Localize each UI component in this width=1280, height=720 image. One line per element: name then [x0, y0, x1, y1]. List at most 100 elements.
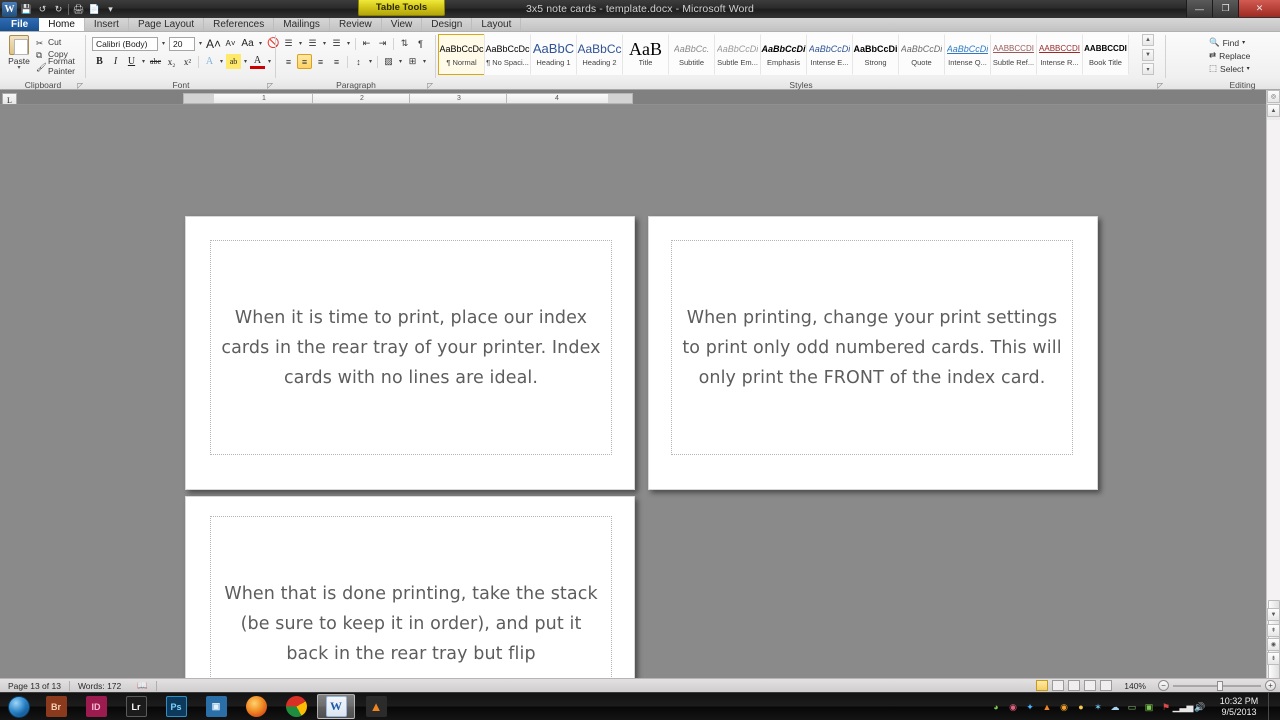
numbering-icon[interactable]: ☰: [305, 36, 320, 51]
line-spacing-arrow-icon[interactable]: ▾: [367, 58, 374, 65]
flag-icon[interactable]: ⚑: [1160, 701, 1172, 713]
minimize-button[interactable]: —: [1186, 0, 1212, 17]
zoom-level-label[interactable]: 140%: [1116, 679, 1154, 692]
text-effects-icon[interactable]: A: [202, 54, 217, 69]
taskbar-clock[interactable]: 10:32 PM 9/5/2013: [1211, 696, 1263, 718]
zoom-out-button[interactable]: −: [1158, 680, 1169, 691]
italic-button[interactable]: I: [108, 54, 123, 69]
style-item-subtitle[interactable]: AaBbCc. Subtitle: [668, 34, 715, 75]
borders-icon[interactable]: ⊞: [405, 54, 420, 69]
find-button[interactable]: 🔍 Find ▾: [1205, 36, 1250, 49]
styles-scroll-down-icon[interactable]: ▼: [1142, 48, 1154, 61]
next-page-icon[interactable]: ⇟: [1267, 652, 1280, 665]
taskbar-item-microsoft-word[interactable]: W: [317, 694, 355, 719]
tab-mailings[interactable]: Mailings: [274, 18, 330, 31]
table-cell-note-card[interactable]: When that is done printing, take the sta…: [210, 516, 612, 678]
lock-icon[interactable]: ▣: [1143, 701, 1155, 713]
style-item-heading-2[interactable]: AaBbCc Heading 2: [576, 34, 623, 75]
previous-page-icon[interactable]: ⇞: [1267, 624, 1280, 637]
underline-arrow-icon[interactable]: ▾: [140, 58, 147, 65]
style-item-strong[interactable]: AaBbCcDi Strong: [852, 34, 899, 75]
font-name-input[interactable]: Calibri (Body): [92, 36, 158, 51]
paste-button[interactable]: Paste ▾: [6, 35, 32, 71]
multilevel-arrow-icon[interactable]: ▾: [345, 40, 352, 47]
scroll-up-arrow-icon[interactable]: ▲: [1267, 104, 1280, 117]
signal-icon[interactable]: ▁▃▅: [1173, 701, 1194, 713]
tab-review[interactable]: Review: [330, 18, 382, 31]
tab-home[interactable]: Home: [39, 18, 85, 31]
taskbar-item-adobe-bridge[interactable]: Br: [37, 694, 75, 719]
format-painter-button[interactable]: 🖌 Format Painter: [36, 56, 86, 76]
word-app-icon[interactable]: W: [2, 1, 17, 17]
taskbar-item-remote-desktop[interactable]: ▣: [197, 694, 235, 719]
shading-arrow-icon[interactable]: ▾: [397, 58, 404, 65]
underline-button[interactable]: U: [124, 54, 139, 69]
line-spacing-icon[interactable]: ↕: [351, 54, 366, 69]
table-cell-note-card[interactable]: When printing, change your print setting…: [671, 240, 1073, 455]
paste-dropdown-arrow[interactable]: ▾: [6, 65, 32, 71]
paragraph-dialog-launcher[interactable]: ◸: [427, 81, 433, 90]
restore-button[interactable]: ❐: [1212, 0, 1238, 17]
dropbox-icon[interactable]: ◉: [1007, 701, 1019, 713]
text-highlight-icon[interactable]: ab: [226, 54, 242, 69]
browse-object-icon[interactable]: ◎: [1267, 90, 1280, 103]
find-arrow-icon[interactable]: ▾: [1242, 39, 1245, 46]
style-item-book-title[interactable]: AABBCCDI Book Title: [1082, 34, 1129, 75]
network-icon[interactable]: ◕: [990, 701, 1002, 713]
bluetooth-icon[interactable]: ✦: [1024, 701, 1036, 713]
borders-arrow-icon[interactable]: ▾: [421, 58, 428, 65]
zoom-slider-thumb[interactable]: [1217, 680, 1223, 691]
subscript-button[interactable]: x₂: [164, 54, 179, 69]
customize-qat-icon[interactable]: ▾: [104, 3, 117, 16]
font-color-icon[interactable]: A: [250, 54, 266, 69]
bold-button[interactable]: B: [92, 54, 107, 69]
open-icon[interactable]: 📄: [88, 3, 101, 16]
start-button[interactable]: [2, 694, 36, 720]
style-item-title[interactable]: AaB Title: [622, 34, 669, 75]
taskbar-item-adobe-indesign[interactable]: ID: [77, 694, 115, 719]
page-number-status[interactable]: Page 13 of 13: [0, 679, 69, 692]
word-count-status[interactable]: Words: 172: [70, 679, 129, 692]
style-item-emphasis[interactable]: AaBbCcDi Emphasis: [760, 34, 807, 75]
text-effects-arrow-icon[interactable]: ▾: [218, 58, 225, 65]
redo-icon[interactable]: ↻: [52, 3, 65, 16]
increase-indent-icon[interactable]: ⇥: [375, 36, 390, 51]
volume-icon[interactable]: 🔊: [1194, 701, 1206, 713]
taskbar-item-adobe-lightroom[interactable]: Lr: [117, 694, 155, 719]
taskbar-item-adobe-photoshop[interactable]: Ps: [157, 694, 195, 719]
save-icon[interactable]: 💾: [20, 3, 33, 16]
select-browse-object-icon[interactable]: ◉: [1267, 638, 1280, 651]
font-size-dropdown-icon[interactable]: ▾: [197, 40, 204, 47]
tab-page-layout[interactable]: Page Layout: [129, 18, 205, 31]
superscript-button[interactable]: x²: [180, 54, 195, 69]
undo-icon[interactable]: ↺: [36, 3, 49, 16]
clipboard-dialog-launcher[interactable]: ◸: [77, 81, 83, 90]
tab-file[interactable]: File: [0, 18, 40, 31]
font-size-input[interactable]: 20: [169, 36, 196, 51]
web-layout-icon[interactable]: [1068, 680, 1081, 691]
shield-icon[interactable]: ◉: [1058, 701, 1070, 713]
zoom-slider[interactable]: [1173, 680, 1261, 691]
tab-references[interactable]: References: [204, 18, 275, 31]
scrollbar-track[interactable]: [1267, 120, 1280, 620]
font-color-arrow-icon[interactable]: ▾: [266, 58, 273, 65]
table-cell-note-card[interactable]: When it is time to print, place our inde…: [210, 240, 612, 455]
strikethrough-button[interactable]: abc: [148, 54, 163, 69]
print-preview-icon[interactable]: 🖨: [72, 3, 85, 16]
print-layout-icon[interactable]: [1036, 680, 1049, 691]
style-item-normal[interactable]: AaBbCcDc ¶ Normal: [438, 34, 485, 75]
style-item-heading-1[interactable]: AaBbC Heading 1: [530, 34, 577, 75]
taskbar-item-google-chrome[interactable]: [277, 694, 315, 719]
align-left-button[interactable]: ≡: [281, 54, 296, 69]
document-page[interactable]: When it is time to print, place our inde…: [185, 216, 635, 490]
cut-button[interactable]: ✂ Cut: [36, 36, 86, 48]
select-arrow-icon[interactable]: ▾: [1247, 65, 1250, 72]
select-button[interactable]: ⬚ Select ▾: [1205, 62, 1250, 75]
style-item-intense-emphasis[interactable]: AaBbCcDi Intense E...: [806, 34, 853, 75]
tab-view[interactable]: View: [382, 18, 423, 31]
scroll-down-arrow-icon[interactable]: ▼: [1267, 608, 1280, 621]
font-name-dropdown-icon[interactable]: ▾: [160, 40, 167, 47]
close-button[interactable]: ✕: [1238, 0, 1280, 17]
taskbar-item-mozilla-firefox[interactable]: [237, 694, 275, 719]
show-desktop-button[interactable]: [1268, 693, 1276, 720]
